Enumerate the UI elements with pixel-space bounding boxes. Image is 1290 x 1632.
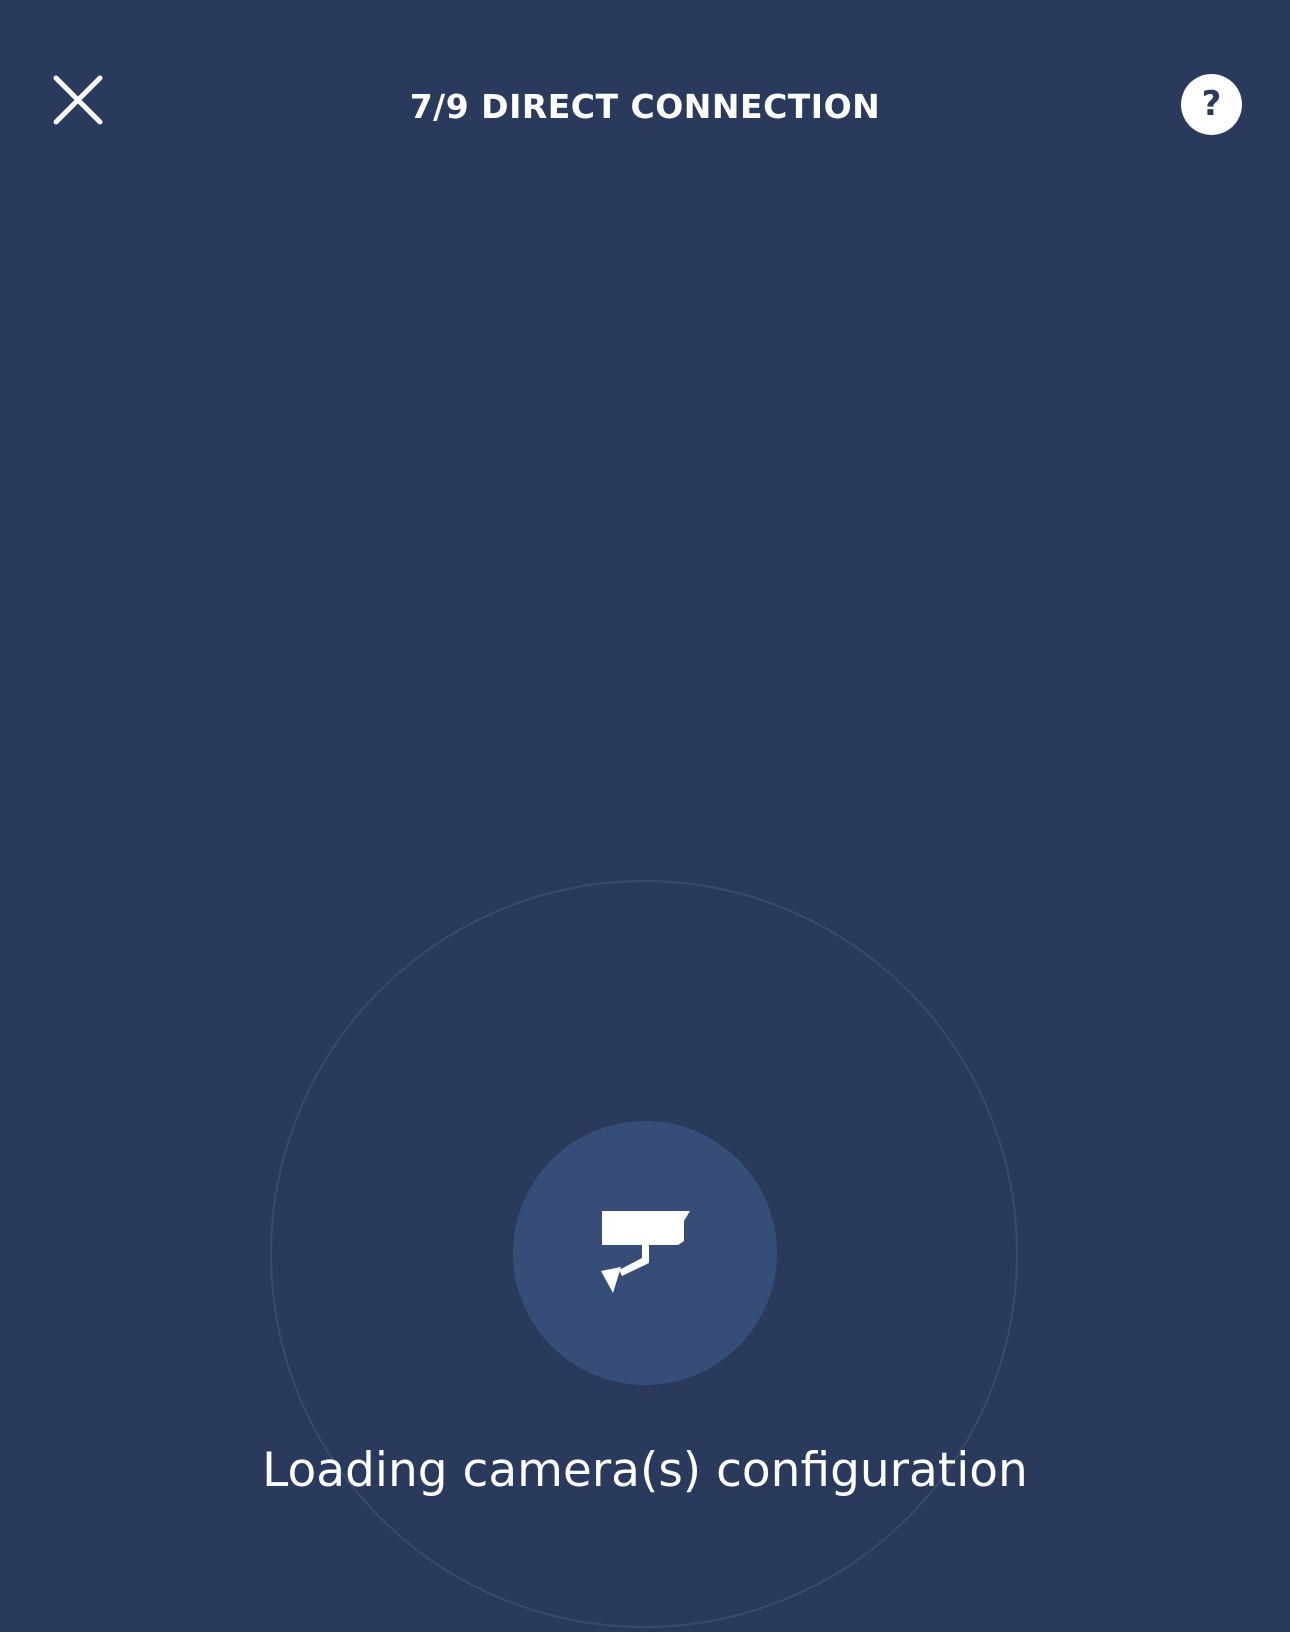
security-camera-icon (597, 1203, 693, 1303)
page-title: 7/9 DIRECT CONNECTION (409, 87, 881, 126)
status-text: Loading camera(s) configuration (262, 1443, 1028, 1498)
help-icon: ? (1201, 83, 1222, 124)
status-icon-circle (513, 1121, 777, 1385)
help-button[interactable]: ? (1181, 74, 1242, 135)
